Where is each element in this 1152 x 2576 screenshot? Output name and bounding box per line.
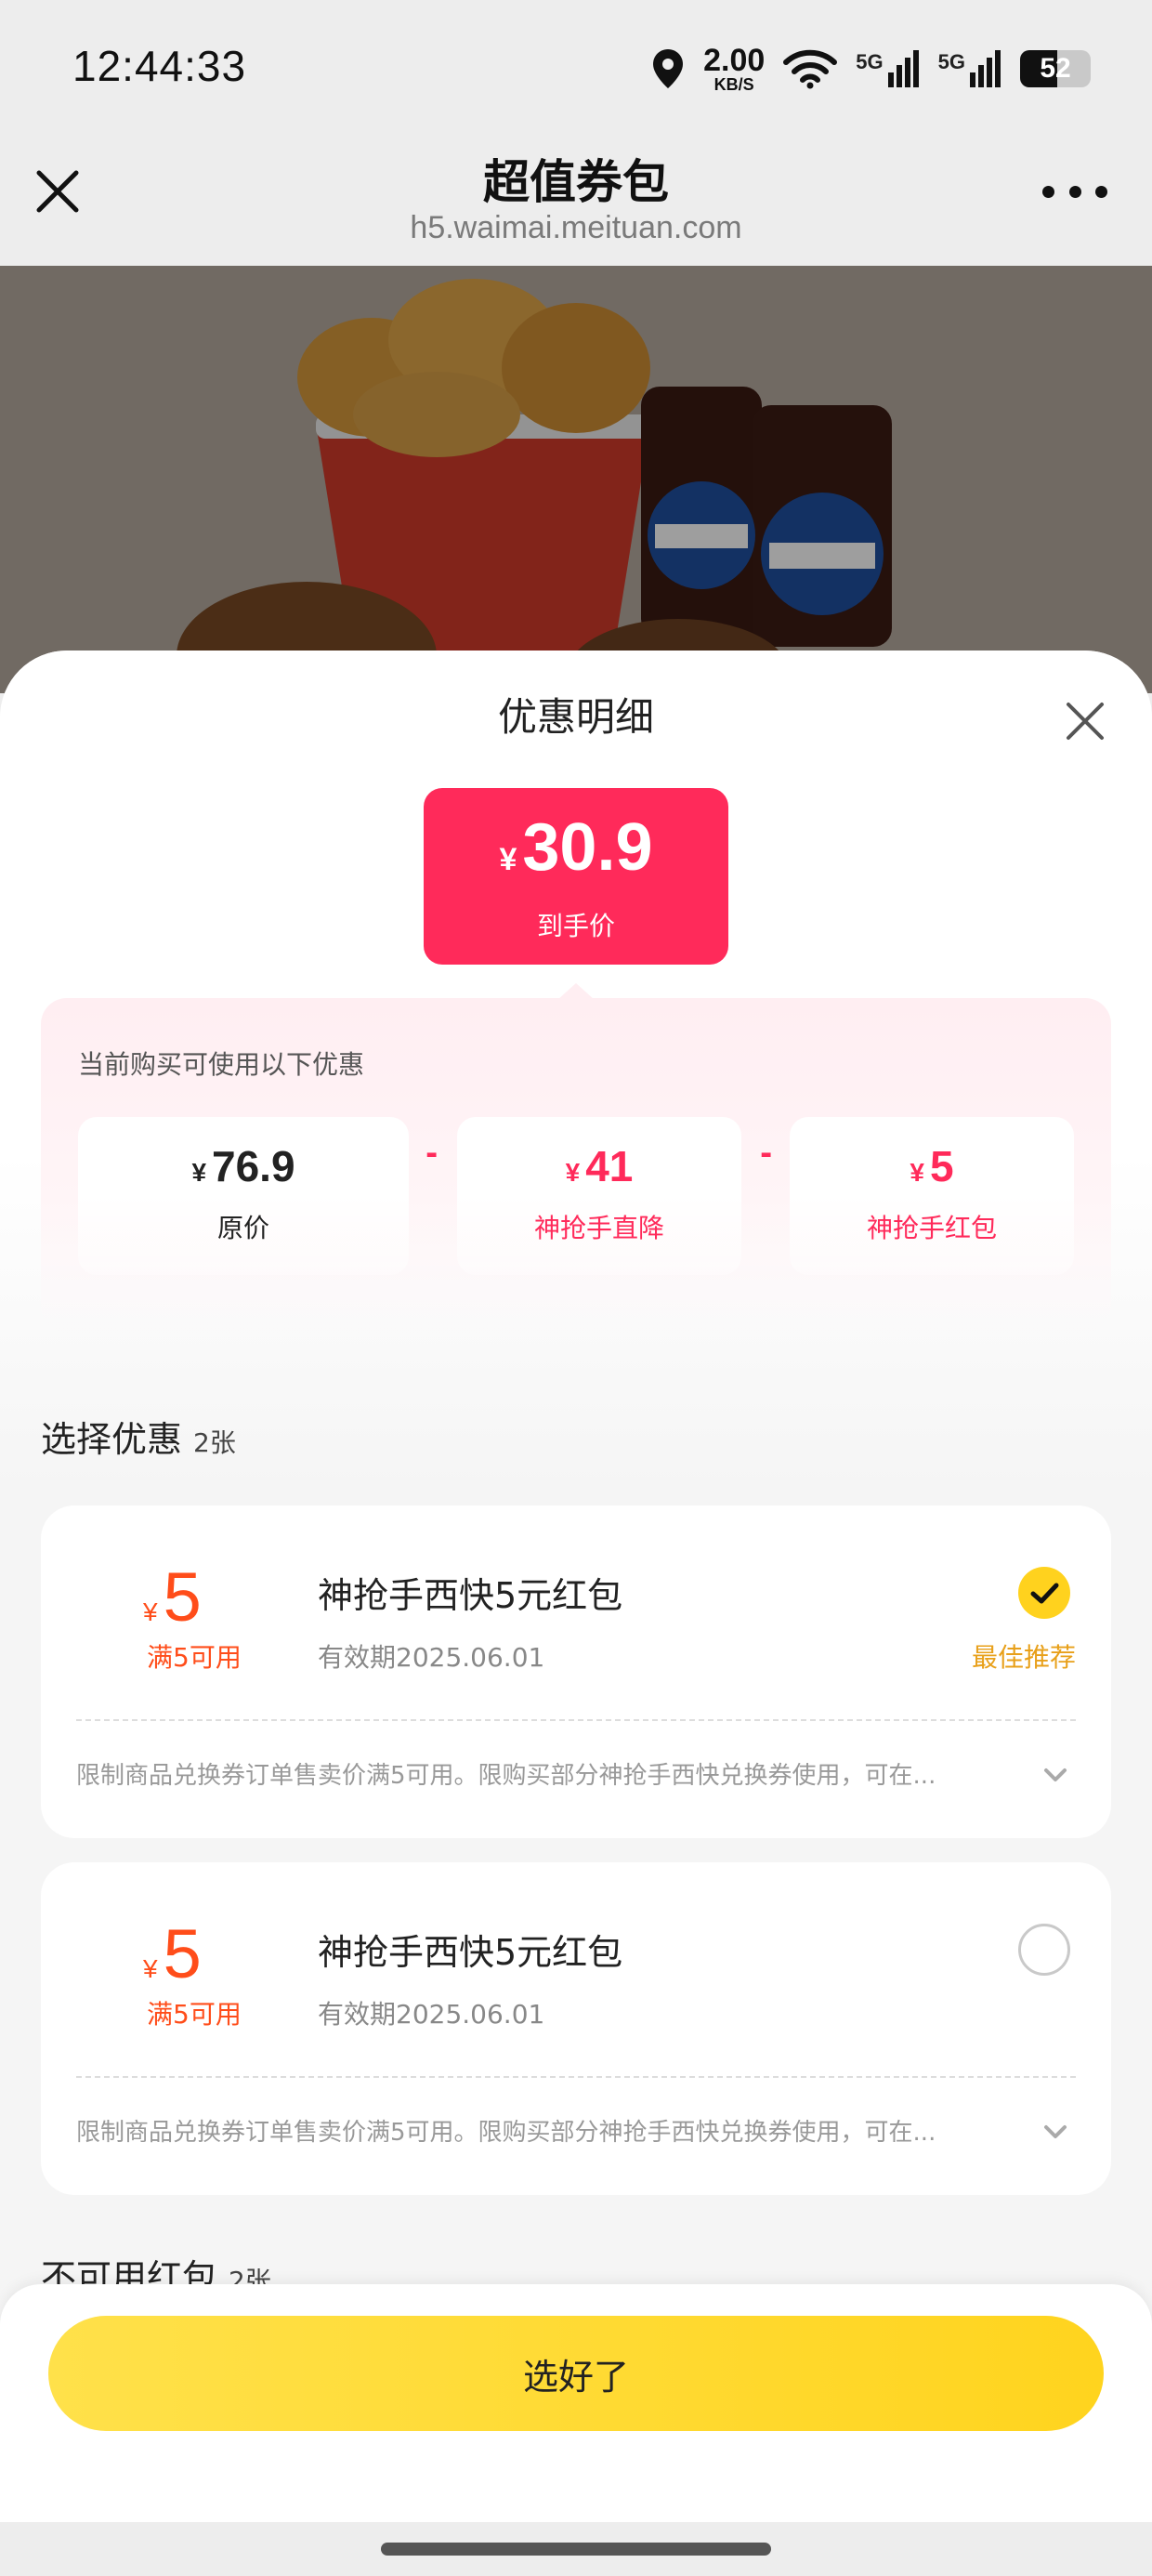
food-image: [0, 266, 1152, 693]
signal-5g-1: 5G: [856, 50, 919, 87]
coupon-checkbox-checked[interactable]: [1018, 1567, 1070, 1619]
overlay-dim: [0, 266, 1152, 693]
currency-symbol: ¥: [565, 1158, 581, 1187]
signal-5g-label: 5G: [937, 50, 965, 73]
breakdown-hint: 当前购买可使用以下优惠: [78, 1049, 365, 1080]
status-time: 12:44:33: [72, 42, 247, 90]
direct-discount-value-row: ¥41: [457, 1141, 741, 1191]
original-price-value-row: ¥76.9: [78, 1141, 409, 1191]
direct-discount-card: ¥41 神抢手直降: [457, 1117, 741, 1275]
page-title: 超值券包: [483, 155, 669, 209]
currency-symbol: ¥: [499, 842, 517, 877]
direct-discount-label: 神抢手直降: [533, 1213, 664, 1243]
network-speed: 2.00 KB/S: [703, 45, 765, 93]
location-icon: [653, 49, 684, 88]
battery-icon: 52: [1020, 50, 1091, 87]
check-icon: [1030, 1583, 1059, 1604]
signal-5g-2: 5G: [938, 50, 1001, 87]
red-packet-value-row: ¥5: [790, 1141, 1074, 1191]
bottom-action-bar: 选好了: [0, 2284, 1152, 2522]
wifi-icon: [783, 49, 838, 89]
final-price-amount-row: ¥30.9: [424, 805, 728, 902]
title-bar: 超值券包 h5.waimai.meituan.com: [0, 136, 1152, 266]
dashed-divider: [76, 1719, 1076, 1721]
chevron-down-icon[interactable]: [1041, 1764, 1070, 1786]
coupon-card[interactable]: ¥5 满5可用 神抢手西快5元红包 有效期2025.06.01 限制商品兑换券订…: [41, 1862, 1111, 2195]
coupon-amount-value: 5: [163, 1558, 202, 1636]
final-price-amount: 30.9: [522, 810, 653, 885]
coupon-condition: 满5可用: [147, 1642, 242, 1673]
gesture-area: [0, 2522, 1152, 2576]
network-speed-unit: KB/S: [713, 75, 754, 94]
best-recommend-tag: 最佳推荐: [971, 1642, 1076, 1673]
final-price-label: 到手价: [536, 911, 615, 941]
sheet-title: 优惠明细: [497, 694, 654, 740]
page-url: h5.waimai.meituan.com: [410, 210, 742, 245]
coupon-card[interactable]: ¥5 满5可用 神抢手西快5元红包 有效期2025.06.01 最佳推荐 限制商…: [41, 1505, 1111, 1838]
red-packet-label: 神抢手红包: [866, 1213, 997, 1243]
select-discount-title: 选择优惠 2张: [41, 1411, 236, 1462]
status-icons: 2.00 KB/S 5G 5G 52: [651, 41, 1091, 97]
direct-discount-value: 41: [585, 1142, 634, 1190]
status-bar: 12:44:33 2.00 KB/S 5G 5G 52: [0, 0, 1152, 136]
signal-bars-icon: [887, 50, 919, 87]
currency-symbol: ¥: [191, 1158, 207, 1187]
coupon-condition: 满5可用: [147, 1999, 242, 2030]
coupon-name: 神抢手西快5元红包: [318, 1575, 623, 1616]
currency-symbol: ¥: [910, 1158, 924, 1187]
signal-bars-icon: [970, 50, 1001, 87]
more-icon[interactable]: [1042, 173, 1107, 210]
red-packet-value: 5: [929, 1142, 954, 1190]
section-count: 2张: [193, 1427, 236, 1458]
dot: [1042, 185, 1054, 198]
chevron-down-icon[interactable]: [1041, 2121, 1070, 2143]
price-breakdown: 当前购买可使用以下优惠 ¥76.9 原价 - ¥41 神抢手直降 - ¥5 神抢…: [41, 998, 1111, 1333]
signal-5g-label: 5G: [856, 50, 884, 73]
network-speed-value: 2.00: [703, 43, 766, 78]
coupon-name: 神抢手西快5元红包: [318, 1932, 623, 1973]
final-price-box: ¥30.9 到手价: [424, 788, 728, 965]
confirm-button[interactable]: 选好了: [48, 2316, 1104, 2431]
dashed-divider: [76, 2076, 1076, 2078]
currency-symbol: ¥: [143, 1954, 158, 1983]
close-icon[interactable]: [1063, 699, 1107, 743]
original-price-value: 76.9: [212, 1142, 295, 1190]
coupon-rule: 限制商品兑换券订单售卖价满5可用。限购买部分神抢手西快兑换券使用，可在...: [76, 1762, 936, 1790]
coupon-amount-value: 5: [163, 1915, 202, 1992]
original-price-label: 原价: [216, 1213, 269, 1243]
battery-level: 52: [1040, 53, 1071, 84]
coupon-amount: ¥5: [143, 1563, 202, 1632]
minus-sign: -: [425, 1136, 439, 1171]
dot: [1095, 185, 1107, 198]
coupon-expiry: 有效期2025.06.01: [318, 1642, 545, 1673]
original-price-card: ¥76.9 原价: [78, 1117, 409, 1275]
currency-symbol: ¥: [143, 1597, 158, 1626]
coupon-rule: 限制商品兑换券订单售卖价满5可用。限购买部分神抢手西快兑换券使用，可在...: [76, 2119, 936, 2147]
coupon-expiry: 有效期2025.06.01: [318, 1999, 545, 2030]
dot: [1068, 185, 1081, 198]
red-packet-card: ¥5 神抢手红包: [790, 1117, 1074, 1275]
minus-sign: -: [760, 1136, 773, 1171]
section-title-text: 选择优惠: [41, 1419, 183, 1460]
coupon-amount: ¥5: [143, 1920, 202, 1989]
home-indicator[interactable]: [381, 2543, 771, 2556]
coupon-checkbox-unchecked[interactable]: [1018, 1924, 1070, 1976]
